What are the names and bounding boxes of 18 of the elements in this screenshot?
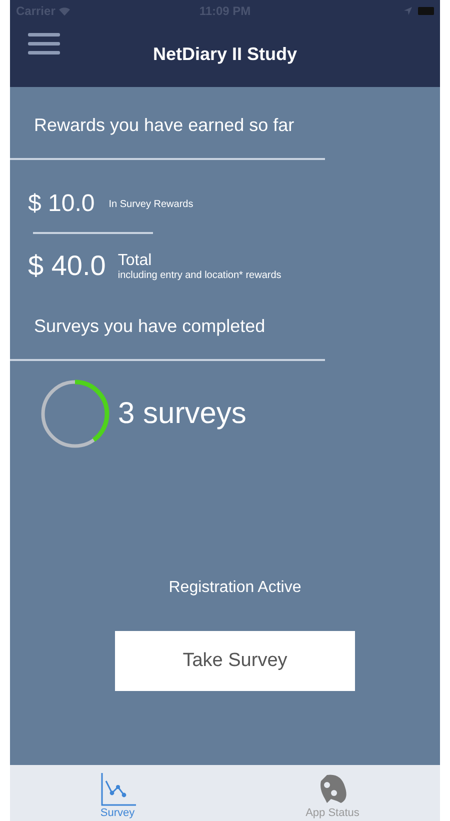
survey-count: 3 surveys (118, 397, 246, 431)
battery-icon (418, 7, 434, 15)
wifi-icon (59, 6, 70, 16)
location-icon (404, 7, 412, 15)
survey-rewards-amount: $ 10.0 (28, 190, 95, 218)
total-amount: $ 40.0 (28, 250, 106, 282)
registration-status: Registration Active (168, 579, 302, 597)
survey-rewards-label: In Survey Rewards (108, 198, 194, 210)
rewards-heading: Rewards you have earned so far (33, 115, 296, 136)
total-note: including entry and location* rewards (118, 270, 282, 280)
total-label: Total (118, 252, 153, 270)
take-survey-button[interactable]: Take Survey (115, 631, 355, 691)
surveys-heading: Surveys you have completed (33, 316, 266, 337)
line-chart-icon (100, 773, 136, 807)
tab-bar-item[interactable]: Survey (10, 765, 225, 821)
screen-title: NetDiary II Study (152, 44, 298, 65)
menu-icon[interactable] (28, 33, 60, 55)
tab-bar-item[interactable]: App Status (225, 765, 440, 821)
